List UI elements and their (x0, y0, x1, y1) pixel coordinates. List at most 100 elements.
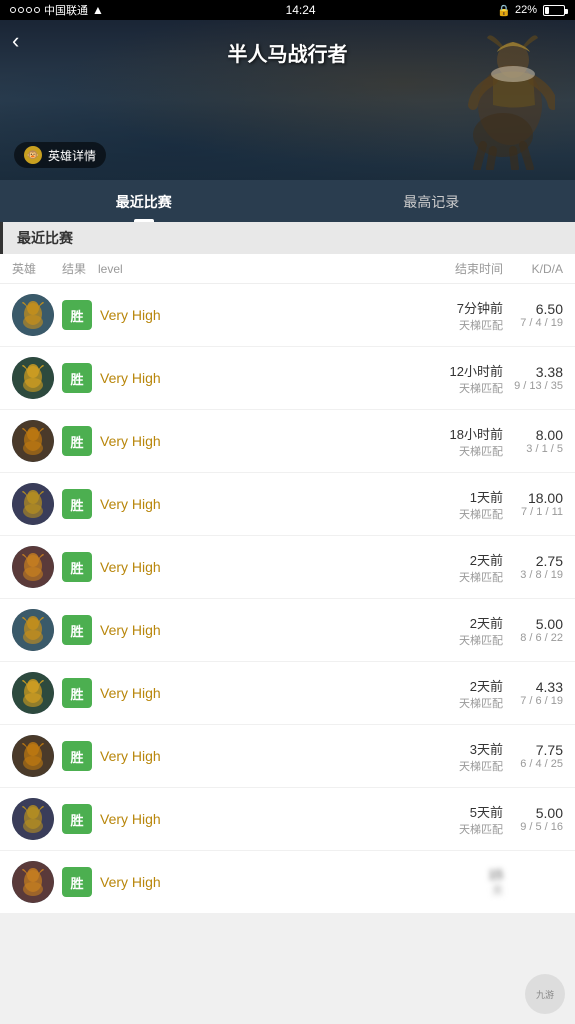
match-kda-detail: 3 / 8 / 19 (503, 569, 563, 581)
hero-title: 半人马战行者 (228, 38, 348, 67)
hero-badge[interactable]: 🐵 英雄详情 (14, 142, 106, 168)
match-kda-block: 7.75 6 / 4 / 25 (503, 742, 563, 770)
col-header-result: 结果 (62, 260, 98, 277)
battery-icon (543, 5, 565, 16)
match-level: Very High (100, 370, 413, 386)
table-row[interactable]: 胜 Very High 15 天 (0, 851, 575, 914)
hero-avatar (12, 798, 54, 840)
signal-dot-2 (18, 7, 24, 13)
match-kda-detail: 3 / 1 / 5 (503, 443, 563, 455)
status-left: 中国联通 ▲ (10, 2, 104, 18)
match-time-main: 2天前 (413, 550, 503, 569)
match-time-sub: 天梯匹配 (413, 695, 503, 711)
tab-recent[interactable]: 最近比赛 (0, 180, 288, 222)
lock-icon: 🔒 (497, 4, 511, 17)
match-level: Very High (100, 559, 413, 575)
wifi-icon: ▲ (92, 3, 104, 17)
result-badge: 胜 (62, 300, 92, 330)
match-kda-block: 8.00 3 / 1 / 5 (503, 427, 563, 455)
match-kda-ratio: 5.00 (503, 616, 563, 632)
match-kda-ratio: 2.75 (503, 553, 563, 569)
match-time-block: 2天前 天梯匹配 (413, 613, 503, 648)
col-header-kda: K/D/A (503, 262, 563, 276)
hero-banner: ‹ 半人马战行者 🐵 英雄详情 (0, 20, 575, 180)
match-level: Very High (100, 622, 413, 638)
match-time-main: 12小时前 (413, 361, 503, 380)
col-header-level: level (98, 262, 413, 276)
status-time: 14:24 (286, 3, 316, 17)
hero-figure (435, 30, 555, 170)
table-header: 英雄 结果 level 结束时间 K/D/A (0, 254, 575, 284)
match-time-main: 3天前 (413, 739, 503, 758)
match-level: Very High (100, 874, 413, 890)
status-bar: 中国联通 ▲ 14:24 🔒 22% (0, 0, 575, 20)
carrier-name: 中国联通 (44, 2, 88, 18)
hero-badge-icon: 🐵 (24, 146, 42, 164)
table-row[interactable]: 胜 Very High 5天前 天梯匹配 5.00 9 / 5 / 16 (0, 788, 575, 851)
section-header: 最近比赛 (0, 222, 575, 254)
match-kda-detail: 7 / 1 / 11 (503, 506, 563, 518)
tab-best[interactable]: 最高记录 (288, 180, 575, 222)
match-level: Very High (100, 811, 413, 827)
match-kda-detail: 9 / 13 / 35 (503, 380, 563, 392)
table-row[interactable]: 胜 Very High 7分钟前 天梯匹配 6.50 7 / 4 / 19 (0, 284, 575, 347)
result-badge: 胜 (62, 615, 92, 645)
watermark: 九游 (525, 974, 565, 1014)
hero-avatar (12, 357, 54, 399)
match-time-main: 7分钟前 (413, 298, 503, 317)
match-time-sub: 天梯匹配 (413, 632, 503, 648)
match-time-main: 2天前 (413, 676, 503, 695)
result-badge: 胜 (62, 363, 92, 393)
table-row[interactable]: 胜 Very High 18小时前 天梯匹配 8.00 3 / 1 / 5 (0, 410, 575, 473)
match-time-sub: 天梯匹配 (413, 569, 503, 585)
signal-dot-3 (26, 7, 32, 13)
match-time-block: 2天前 天梯匹配 (413, 676, 503, 711)
match-level: Very High (100, 748, 413, 764)
match-time-sub: 天梯匹配 (413, 443, 503, 459)
match-kda-ratio: 3.38 (503, 364, 563, 380)
table-row[interactable]: 胜 Very High 2天前 天梯匹配 5.00 8 / 6 / 22 (0, 599, 575, 662)
col-header-hero: 英雄 (12, 260, 62, 277)
result-badge: 胜 (62, 678, 92, 708)
match-time-block: 15 天 (413, 867, 503, 898)
match-kda-ratio: 7.75 (503, 742, 563, 758)
match-time-main: 15 (413, 867, 503, 882)
match-level: Very High (100, 307, 413, 323)
col-header-time: 结束时间 (413, 260, 503, 277)
match-time-block: 18小时前 天梯匹配 (413, 424, 503, 459)
match-time-main: 2天前 (413, 613, 503, 632)
table-row[interactable]: 胜 Very High 2天前 天梯匹配 2.75 3 / 8 / 19 (0, 536, 575, 599)
result-badge: 胜 (62, 489, 92, 519)
hero-avatar (12, 672, 54, 714)
result-badge: 胜 (62, 741, 92, 771)
table-row[interactable]: 胜 Very High 12小时前 天梯匹配 3.38 9 / 13 / 35 (0, 347, 575, 410)
match-time-block: 3天前 天梯匹配 (413, 739, 503, 774)
result-badge: 胜 (62, 426, 92, 456)
hero-avatar (12, 861, 54, 903)
match-kda-block: 5.00 9 / 5 / 16 (503, 805, 563, 833)
match-kda-block: 5.00 8 / 6 / 22 (503, 616, 563, 644)
match-time-sub: 天梯匹配 (413, 317, 503, 333)
result-badge: 胜 (62, 804, 92, 834)
status-right: 🔒 22% (497, 4, 565, 17)
table-row[interactable]: 胜 Very High 3天前 天梯匹配 7.75 6 / 4 / 25 (0, 725, 575, 788)
signal-dot-1 (10, 7, 16, 13)
match-kda-block: 4.33 7 / 6 / 19 (503, 679, 563, 707)
match-level: Very High (100, 433, 413, 449)
match-kda-block: 6.50 7 / 4 / 19 (503, 301, 563, 329)
table-row[interactable]: 胜 Very High 1天前 天梯匹配 18.00 7 / 1 / 11 (0, 473, 575, 536)
hero-avatar (12, 294, 54, 336)
match-kda-detail: 8 / 6 / 22 (503, 632, 563, 644)
tabs-container: 最近比赛 最高记录 (0, 180, 575, 222)
match-time-block: 1天前 天梯匹配 (413, 487, 503, 522)
hero-avatar (12, 483, 54, 525)
match-kda-detail: 7 / 6 / 19 (503, 695, 563, 707)
table-row[interactable]: 胜 Very High 2天前 天梯匹配 4.33 7 / 6 / 19 (0, 662, 575, 725)
match-time-sub: 天梯匹配 (413, 506, 503, 522)
hero-avatar (12, 609, 54, 651)
back-button[interactable]: ‹ (12, 28, 19, 54)
battery-percent: 22% (515, 4, 537, 16)
match-time-sub: 天梯匹配 (413, 758, 503, 774)
hero-avatar (12, 546, 54, 588)
match-time-main: 1天前 (413, 487, 503, 506)
